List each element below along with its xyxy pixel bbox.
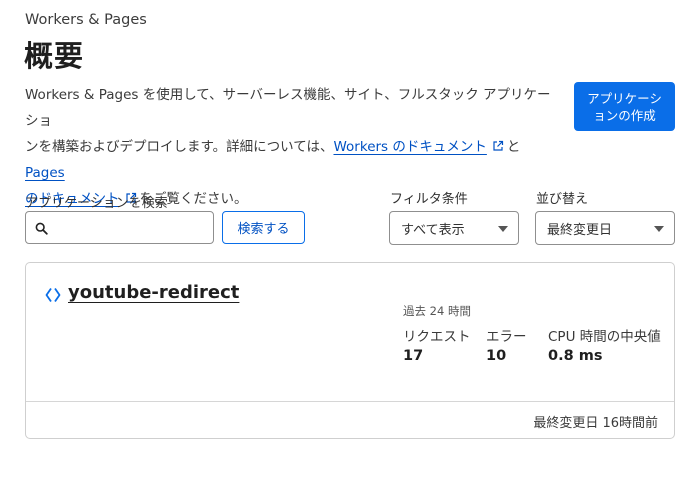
metric-value-cpu-time: 0.8 ms (548, 348, 603, 364)
sort-selected-value: 最終変更日 (547, 222, 613, 238)
breadcrumb: Workers & Pages (25, 12, 147, 28)
metric-label-cpu-time: CPU 時間の中央値 (548, 329, 661, 345)
worker-icon (45, 287, 61, 303)
page-title: 概要 (24, 39, 85, 73)
last-modified: 最終変更日 16時間前 (533, 416, 658, 431)
search-input[interactable] (25, 211, 214, 244)
caret-down-icon (654, 226, 664, 232)
metric-value-errors: 10 (486, 348, 507, 364)
description-line-1: Workers & Pages を使用して、サーバーレス機能、サイト、フルスタッ… (25, 87, 551, 129)
caret-down-icon (498, 226, 508, 232)
sort-label: 並び替え (536, 192, 589, 207)
metric-value-requests: 17 (403, 348, 424, 364)
search-button[interactable]: 検索する (222, 211, 305, 244)
external-link-icon (493, 140, 503, 151)
search-label: アプリケーションを検索 (25, 196, 168, 211)
card-divider (26, 401, 674, 402)
filter-label: フィルタ条件 (390, 192, 468, 207)
description-line-2: ンを構築およびデプロイします。詳細については、 (25, 139, 334, 155)
metric-label-requests: リクエスト (403, 329, 471, 345)
pages-docs-link[interactable]: Pages (25, 165, 65, 181)
search-icon (35, 222, 48, 235)
worker-name-link[interactable]: youtube-redirect (68, 282, 239, 303)
workers-docs-link[interactable]: Workers のドキュメント (333, 139, 486, 155)
worker-card: youtube-redirect 過去 24 時間 リクエスト 17 エラー 1… (25, 262, 675, 439)
description-connector: と (506, 139, 521, 155)
metric-label-errors: エラー (486, 329, 527, 345)
metrics-period: 過去 24 時間 (403, 304, 471, 318)
create-application-button[interactable]: アプリケーションの作成 (574, 82, 675, 131)
filter-select[interactable]: すべて表示 (389, 211, 519, 245)
sort-select[interactable]: 最終変更日 (535, 211, 675, 245)
filter-selected-value: すべて表示 (401, 222, 465, 238)
